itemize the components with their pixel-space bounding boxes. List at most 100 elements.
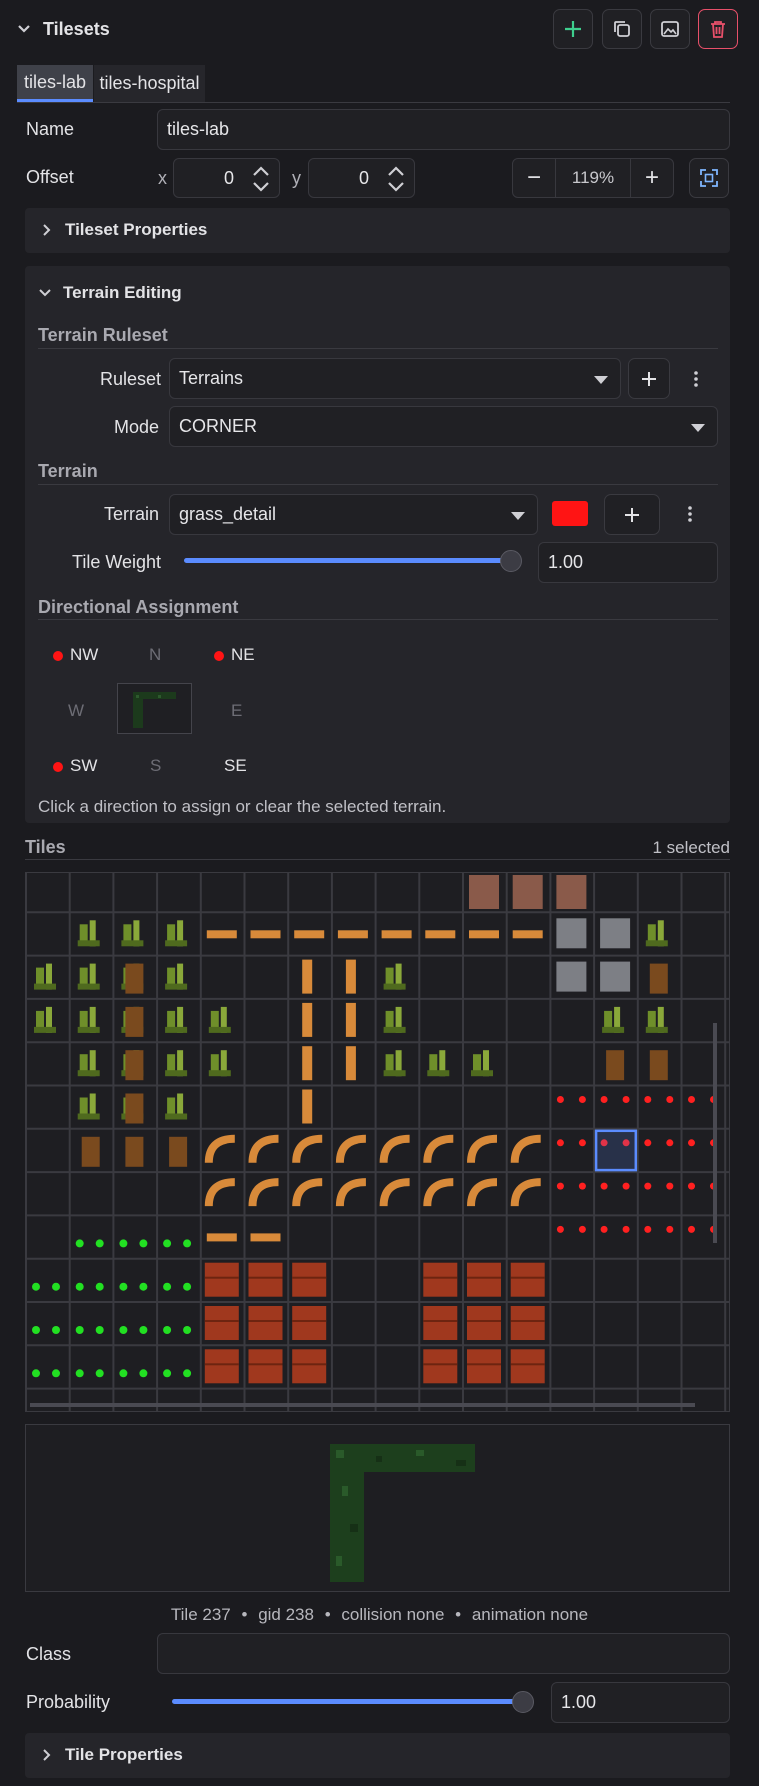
vertical-scrollbar[interactable]: [713, 1023, 717, 1243]
tile-marker: [556, 1139, 564, 1147]
fit-view-button[interactable]: [689, 158, 729, 198]
plus-icon: +: [644, 164, 659, 191]
fit-screen-icon: [700, 169, 718, 187]
tileset-properties-section[interactable]: Tileset Properties: [25, 208, 730, 253]
probability-slider[interactable]: [172, 1689, 542, 1715]
duplicate-tileset-button[interactable]: [602, 9, 642, 49]
tile-pixel: [121, 940, 144, 947]
slider-thumb[interactable]: [500, 550, 522, 572]
direction-sw[interactable]: SW: [53, 756, 97, 776]
horizontal-scrollbar[interactable]: [30, 1403, 695, 1407]
tile-pixel: [556, 918, 587, 949]
tile-pixel: [302, 1089, 313, 1124]
terrain-menu-button[interactable]: [678, 497, 702, 531]
tile-pixel: [467, 1262, 501, 1297]
ruleset-select[interactable]: Terrains: [169, 358, 621, 399]
add-tileset-button[interactable]: [553, 9, 593, 49]
tile-pixel: [425, 930, 456, 939]
tile-animation: animation none: [471, 1605, 589, 1624]
zoom-control: − 119% +: [512, 158, 674, 198]
tile-marker: [644, 1182, 652, 1190]
add-ruleset-button[interactable]: [628, 358, 670, 399]
tile-marker: [163, 1239, 172, 1248]
pipe-segment: [248, 1134, 279, 1164]
tile-pixel: [206, 1233, 237, 1242]
tile-marker: [75, 1282, 84, 1291]
panel-title: Tilesets: [43, 18, 110, 39]
tab-tiles-hospital[interactable]: tiles-hospital: [94, 65, 205, 102]
tile-id: Tile 237: [170, 1605, 231, 1624]
direction-label: W: [68, 701, 85, 720]
tile-pixel: [469, 930, 499, 939]
zoom-level: 119%: [556, 159, 630, 197]
tile-pixel: [512, 875, 543, 909]
tilesets-header[interactable]: Tilesets: [14, 12, 110, 46]
tile-info-line: Tile 237 • gid 238 • collision none • an…: [0, 1605, 759, 1625]
zoom-out-button[interactable]: −: [513, 159, 556, 197]
slider-track: [184, 558, 514, 563]
tile-weight-slider[interactable]: [184, 548, 524, 574]
tile-preview: [25, 1424, 730, 1592]
tile-pixel: [467, 1320, 501, 1322]
direction-e[interactable]: E: [231, 701, 242, 721]
direction-w[interactable]: W: [68, 701, 84, 721]
tile-pixel: [165, 940, 188, 947]
terrain-dot: [53, 761, 63, 772]
direction-s[interactable]: S: [150, 756, 161, 776]
tile-pixel: [204, 1320, 239, 1322]
class-label: Class: [26, 1644, 72, 1664]
copy-icon: [614, 21, 630, 37]
tile-pixel: [600, 918, 631, 949]
direction-n[interactable]: N: [149, 645, 161, 665]
tab-divider: [17, 102, 730, 103]
tile-pixel: [250, 1233, 281, 1242]
tile-marker: [139, 1326, 148, 1334]
class-input[interactable]: [157, 1633, 730, 1674]
stepper-icon[interactable]: [386, 164, 406, 194]
tile-properties-section[interactable]: Tile Properties: [25, 1733, 730, 1778]
probability-input[interactable]: 1.00: [551, 1682, 730, 1723]
tile-marker: [119, 1326, 128, 1334]
pipe-segment: [510, 1134, 541, 1164]
terrain-color-swatch[interactable]: [552, 501, 588, 526]
tile-pixel: [345, 959, 356, 994]
tile-pixel: [125, 963, 144, 994]
divider: [38, 484, 718, 485]
zoom-in-button[interactable]: +: [630, 159, 673, 197]
tileset-grid[interactable]: [25, 872, 730, 1412]
direction-label: E: [231, 701, 243, 720]
tile-weight-input[interactable]: 1.00: [538, 542, 718, 583]
delete-tileset-button[interactable]: [698, 9, 738, 49]
tile-marker: [556, 1096, 564, 1103]
stepper-icon[interactable]: [251, 164, 271, 194]
separator: •: [455, 1605, 462, 1624]
tile-marker: [183, 1239, 192, 1248]
tile-pixel: [469, 875, 499, 909]
pipe-segment: [379, 1178, 410, 1207]
ruleset-value: Terrains: [179, 368, 244, 388]
terrain-editing-header[interactable]: Terrain Editing: [36, 280, 182, 306]
tile-pixel: [292, 1262, 327, 1297]
tile-marker: [163, 1369, 172, 1378]
mode-select[interactable]: CORNER: [169, 406, 718, 447]
tile-pixel: [423, 1320, 458, 1322]
tileset-image-button[interactable]: [650, 9, 690, 49]
direction-nw[interactable]: NW: [53, 645, 98, 665]
ruleset-menu-button[interactable]: [684, 362, 708, 396]
direction-se[interactable]: SE: [224, 756, 247, 776]
offset-x-input[interactable]: 0: [173, 158, 280, 198]
add-terrain-button[interactable]: [604, 494, 660, 535]
selected-tile[interactable]: [594, 1129, 638, 1172]
tile-pixel: [125, 1006, 144, 1037]
slider-thumb[interactable]: [512, 1691, 534, 1713]
plus-icon: [642, 371, 656, 386]
name-input[interactable]: tiles-lab: [157, 109, 730, 150]
tile-grid-canvas[interactable]: [26, 873, 730, 1412]
offset-y-input[interactable]: 0: [308, 158, 415, 198]
terrain-select[interactable]: grass_detail: [169, 494, 538, 535]
tab-tiles-lab[interactable]: tiles-lab: [17, 65, 93, 102]
zoom-value: 119%: [571, 168, 615, 187]
direction-ne[interactable]: NE: [214, 645, 255, 665]
terrain-label: Terrain: [104, 504, 160, 524]
mode-label: Mode: [114, 417, 160, 437]
